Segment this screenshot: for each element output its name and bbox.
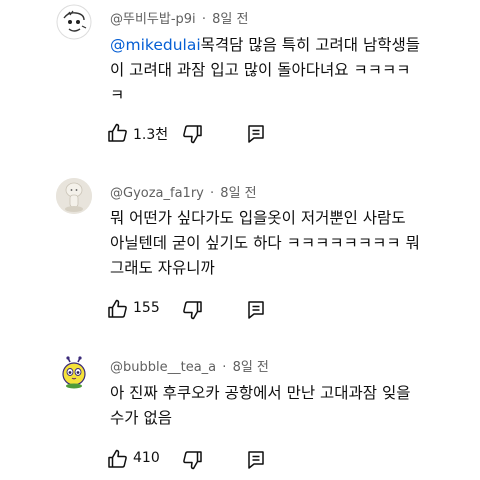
- comment-text-line: 이 고려대 과잠 입고 많이 돌아다녀요 ㅋㅋㅋㅋ: [110, 61, 411, 79]
- figurine-icon: [56, 178, 92, 214]
- timestamp[interactable]: 8일 전: [233, 360, 269, 375]
- comment-text-line: 그래도 자유니까: [110, 259, 215, 277]
- thumbs-up-icon: [108, 123, 127, 142]
- separator: ·: [222, 360, 227, 375]
- doodle-face-icon: [56, 4, 92, 40]
- comment-text: 뭐 어떤가 싶다가도 입을옷이 저거뿐인 사람도 아닐텐데 굳이 싶기도 하다 …: [110, 206, 470, 281]
- reply-icon: [248, 125, 264, 143]
- like-count: 410: [133, 450, 160, 466]
- separator: ·: [201, 12, 206, 27]
- yellow-character-icon: [56, 355, 92, 391]
- comment-text: 아 진짜 후쿠오카 공항에서 만난 고대과잠 잊을 수가 없음: [110, 381, 470, 431]
- like-button[interactable]: [106, 121, 130, 145]
- avatar[interactable]: [56, 178, 92, 214]
- comment-text-line: 목격담 많음 특히 고려대 남학생들: [200, 36, 420, 54]
- like-button[interactable]: [106, 297, 130, 321]
- reply-icon: [248, 451, 264, 469]
- like-count: 155: [133, 300, 160, 316]
- thumbs-down-icon: [183, 301, 202, 320]
- comment-text-line: 수가 없음: [110, 409, 172, 427]
- timestamp[interactable]: 8일 전: [212, 12, 248, 27]
- comment-actions: 155: [106, 297, 306, 323]
- author-name[interactable]: @bubble__tea_a: [110, 360, 216, 375]
- comment-text-line: ㅋ: [110, 86, 125, 104]
- author-name[interactable]: @뚜비두밥-p9i: [110, 12, 196, 27]
- comment-text-line: 아닐텐데 굳이 싶기도 하다 ㅋㅋㅋㅋㅋㅋㅋㅋ 뭐: [110, 234, 420, 252]
- separator: ·: [210, 186, 215, 201]
- thumbs-down-icon: [183, 451, 202, 470]
- comment-text-line: 아 진짜 후쿠오카 공항에서 만난 고대과잠 잊을: [110, 384, 411, 402]
- comment-actions: 410: [106, 447, 306, 473]
- comment-actions: 1.3천: [106, 121, 306, 147]
- reply-icon: [248, 301, 264, 319]
- dislike-button[interactable]: [180, 448, 204, 472]
- avatar[interactable]: [56, 355, 92, 391]
- author-name[interactable]: @Gyoza_fa1ry: [110, 186, 204, 201]
- dislike-button[interactable]: [180, 298, 204, 322]
- mention-link[interactable]: @mikedulai: [110, 36, 201, 54]
- comment-text-line: 뭐 어떤가 싶다가도 입을옷이 저거뿐인 사람도: [110, 209, 406, 227]
- like-count: 1.3천: [133, 127, 169, 143]
- like-button[interactable]: [106, 447, 130, 471]
- comment-text: @mikedulai목격담 많음 특히 고려대 남학생들 이 고려대 과잠 입고…: [110, 33, 470, 108]
- reply-button[interactable]: [244, 298, 268, 322]
- comment-meta: @bubble__tea_a · 8일 전: [110, 356, 269, 375]
- reply-button[interactable]: [244, 122, 268, 146]
- comment-meta: @뚜비두밥-p9i · 8일 전: [110, 8, 248, 27]
- thumbs-up-icon: [108, 449, 127, 468]
- timestamp[interactable]: 8일 전: [220, 186, 256, 201]
- thumbs-up-icon: [108, 299, 127, 318]
- dislike-button[interactable]: [180, 122, 204, 146]
- avatar[interactable]: [56, 4, 92, 40]
- thumbs-down-icon: [183, 125, 202, 144]
- reply-button[interactable]: [244, 448, 268, 472]
- comment-meta: @Gyoza_fa1ry · 8일 전: [110, 182, 257, 201]
